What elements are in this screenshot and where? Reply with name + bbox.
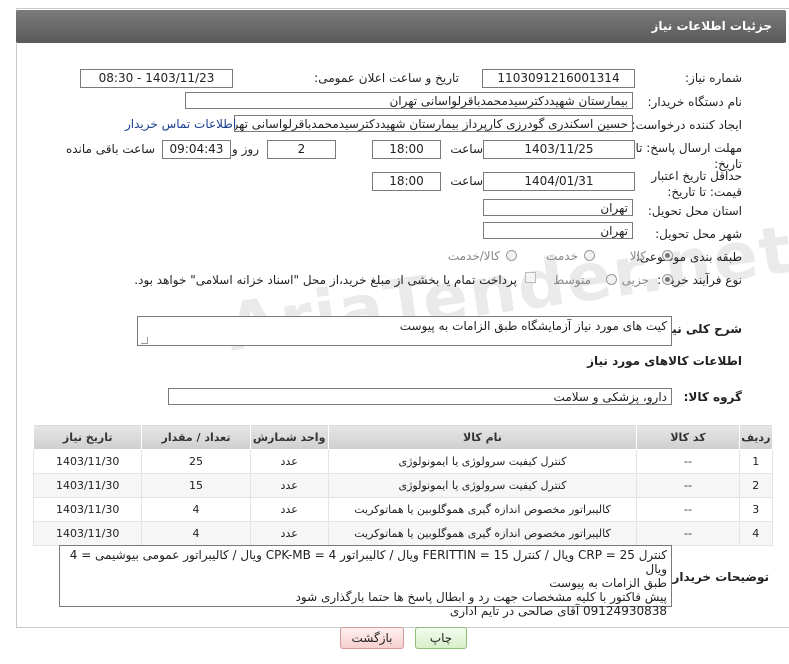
- payment-checkbox[interactable]: [525, 272, 536, 283]
- category-option-goods-service: کالا/خدمت: [447, 249, 500, 263]
- city-field[interactable]: تهران: [483, 222, 633, 239]
- panel-title: جزئیات اطلاعات نیاز: [651, 19, 772, 33]
- goods-info-title: اطلاعات کالاهای مورد نیاز: [587, 354, 742, 368]
- cell-unit: عدد: [249, 473, 329, 498]
- reply-time-field[interactable]: 18:00: [372, 140, 441, 159]
- buyer-notes-line: کنترل CRP = 25 ویال / کنترل FERITTIN = 1…: [69, 548, 667, 576]
- cell-unit: عدد: [249, 521, 329, 546]
- goods-group-field[interactable]: دارو، پزشکی و سلامت: [168, 388, 672, 405]
- cell-unit: عدد: [249, 497, 329, 522]
- buyer-notes-line: 09124930838 آقای صالحی در تایم اداری: [449, 604, 667, 618]
- print-button[interactable]: چاپ: [415, 627, 467, 649]
- cell-date: 1403/11/30: [32, 449, 143, 474]
- category-radio-goods[interactable]: [662, 250, 673, 261]
- cell-date: 1403/11/30: [32, 473, 143, 498]
- days-label: روز و: [232, 142, 259, 156]
- remaining-label: ساعت باقی مانده: [65, 142, 155, 156]
- col-header-date: تاریخ نیاز: [32, 424, 143, 450]
- province-label: استان محل تحویل:: [647, 204, 742, 218]
- creator-field[interactable]: حسین اسکندری گودرزی کارپرداز بیمارستان ش…: [234, 115, 633, 132]
- price-valid-time-label: ساعت: [450, 174, 483, 188]
- payment-note: پرداخت تمام یا بخشی از مبلغ خرید،از محل …: [134, 273, 517, 287]
- cell-row: 1: [738, 449, 774, 474]
- need-number-label: شماره نیاز:: [685, 71, 742, 85]
- process-radio-medium[interactable]: [606, 274, 617, 285]
- city-label: شهر محل تحویل:: [655, 227, 742, 241]
- category-label: طبقه بندی موضوعی:: [635, 250, 742, 264]
- process-option-minor: جزیی: [621, 273, 649, 287]
- description-field[interactable]: کیت های مورد نیاز آزمایشگاه طبق الزامات …: [137, 316, 672, 346]
- cell-date: 1403/11/30: [32, 521, 143, 546]
- province-field[interactable]: تهران: [483, 199, 633, 216]
- reply-date-field[interactable]: 1403/11/25: [483, 140, 635, 159]
- cell-name: کالیبراتور مخصوص اندازه گیری هموگلوبین ی…: [327, 521, 638, 546]
- creator-label: ایجاد کننده درخواست:: [631, 118, 742, 132]
- cell-row: 3: [738, 497, 774, 522]
- cell-code: --: [636, 521, 740, 546]
- price-valid-time-field[interactable]: 18:00: [372, 172, 441, 191]
- buyer-notes-line: طبق الزامات به پیوست: [549, 576, 667, 590]
- items-table: ردیف کد کالا نام کالا واحد شمارش تعداد /…: [32, 424, 774, 546]
- buyer-notes-label: توضیحات خریدار:: [667, 570, 769, 584]
- cell-unit: عدد: [249, 449, 329, 474]
- panel-header: جزئیات اطلاعات نیاز: [16, 10, 786, 43]
- table-row[interactable]: 3 -- کالیبراتور مخصوص اندازه گیری هموگلو…: [32, 497, 774, 522]
- cell-qty: 25: [141, 449, 251, 474]
- category-option-service: خدمت: [546, 249, 578, 263]
- back-button[interactable]: بازگشت: [340, 627, 404, 649]
- cell-date: 1403/11/30: [32, 497, 143, 522]
- buyer-org-label: نام دستگاه خریدار:: [647, 95, 743, 109]
- cell-qty: 4: [141, 497, 251, 522]
- col-header-code: کد کالا: [636, 424, 740, 450]
- goods-group-label: گروه کالا:: [683, 390, 742, 404]
- days-field[interactable]: 2: [267, 140, 336, 159]
- cell-code: --: [636, 497, 740, 522]
- cell-name: کنترل کیفیت سرولوژی یا ایمونولوژی: [327, 449, 638, 474]
- col-header-name: نام کالا: [327, 424, 638, 450]
- process-option-medium: متوسط: [553, 273, 591, 287]
- cell-code: --: [636, 473, 740, 498]
- cell-name: کنترل کیفیت سرولوژی یا ایمونولوژی: [327, 473, 638, 498]
- table-row[interactable]: 2 -- کنترل کیفیت سرولوژی یا ایمونولوژی ع…: [32, 473, 774, 498]
- buyer-notes-box[interactable]: کنترل CRP = 25 ویال / کنترل FERITTIN = 1…: [59, 545, 672, 618]
- buyer-contact-link[interactable]: اطلاعات تماس خریدار: [125, 117, 236, 131]
- category-radio-goods-service[interactable]: [506, 250, 517, 261]
- buyer-org-field[interactable]: بیمارستان شهیددکترسیدمحمدباقرلواسانی تهر…: [185, 92, 633, 109]
- cell-name: کالیبراتور مخصوص اندازه گیری هموگلوبین ی…: [327, 497, 638, 522]
- reply-time-label: ساعت: [450, 142, 483, 156]
- cell-row: 2: [738, 473, 774, 498]
- announce-field[interactable]: 1403/11/23 - 08:30: [80, 69, 233, 88]
- col-header-row: ردیف: [738, 424, 774, 450]
- cell-row: 4: [738, 521, 774, 546]
- cell-qty: 15: [141, 473, 251, 498]
- col-header-qty: تعداد / مقدار: [141, 424, 251, 450]
- price-valid-date-field[interactable]: 1404/01/31: [483, 172, 635, 191]
- col-header-unit: واحد شمارش: [249, 424, 329, 450]
- cell-qty: 4: [141, 521, 251, 546]
- process-radio-minor[interactable]: [662, 274, 673, 285]
- buyer-notes-line: پیش فاکتور با کلیه مشخصات جهت رد و ابطال…: [295, 590, 667, 604]
- category-radio-service[interactable]: [584, 250, 595, 261]
- price-valid-label: حداقل تاریخ اعتبار قیمت: تا تاریخ:: [651, 169, 742, 199]
- table-row[interactable]: 4 -- کالیبراتور مخصوص اندازه گیری هموگلو…: [32, 521, 774, 546]
- category-option-goods: کالا: [629, 249, 646, 263]
- remaining-time-field[interactable]: 09:04:43: [162, 140, 231, 159]
- cell-code: --: [636, 449, 740, 474]
- need-number-field[interactable]: 1103091216001314: [482, 69, 635, 88]
- table-row[interactable]: 1 -- کنترل کیفیت سرولوژی یا ایمونولوژی ع…: [32, 449, 774, 474]
- table-header-row: ردیف کد کالا نام کالا واحد شمارش تعداد /…: [32, 424, 774, 450]
- announce-label: تاریخ و ساعت اعلان عمومی:: [314, 71, 459, 85]
- resize-handle[interactable]: [141, 337, 148, 344]
